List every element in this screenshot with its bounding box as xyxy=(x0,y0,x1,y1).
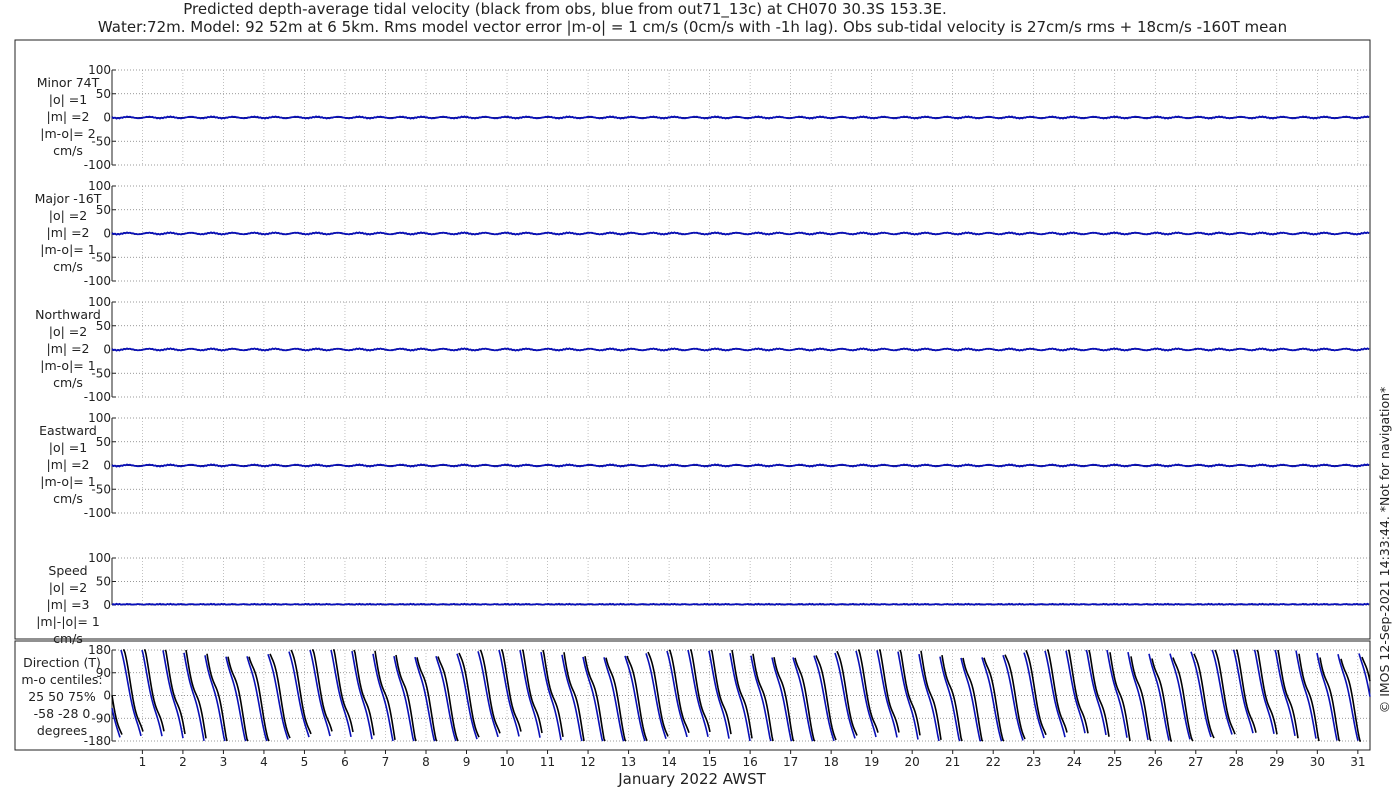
panel-label-line: 25 50 75% xyxy=(28,689,96,704)
x-tick-label: 25 xyxy=(1107,755,1122,769)
model-series-line xyxy=(111,231,1370,236)
model-series-line xyxy=(111,115,1370,120)
model-series-line xyxy=(111,463,1370,468)
panel-0: 100500-50-100Minor 74T|o| =1|m| =2|m-o|=… xyxy=(37,63,1370,172)
panel-label-line: cm/s xyxy=(53,375,83,390)
x-tick-label: 4 xyxy=(260,755,268,769)
panel-label-line: |o| =2 xyxy=(49,324,87,339)
panel-label-line: |m-o|= 1 xyxy=(40,358,95,373)
panel-label-line: |m| =2 xyxy=(47,225,90,240)
y-tick-label: 50 xyxy=(96,575,111,589)
panels-group: 100500-50-100Minor 74T|o| =1|m| =2|m-o|=… xyxy=(14,39,1371,769)
y-tick-label: -100 xyxy=(84,506,111,520)
panel-label-line: -58 -28 0 xyxy=(34,706,91,721)
y-tick-label: -90 xyxy=(91,711,111,725)
x-tick-label: 16 xyxy=(742,755,757,769)
y-tick-label: 100 xyxy=(88,551,111,565)
x-tick-label: 28 xyxy=(1229,755,1244,769)
panel-label-line: |m-o|= 1 xyxy=(40,242,95,257)
panel-label-line: |o| =1 xyxy=(49,440,87,455)
panel-label-line: m-o centiles: xyxy=(21,672,102,687)
x-tick-label: 6 xyxy=(341,755,349,769)
chart-figure: 100500-50-100Minor 74T|o| =1|m| =2|m-o|=… xyxy=(14,39,1392,788)
panel-label-line: degrees xyxy=(37,723,87,738)
x-tick-label: 29 xyxy=(1269,755,1284,769)
panel-label-line: cm/s xyxy=(53,259,83,274)
x-tick-label: 26 xyxy=(1148,755,1163,769)
x-tick-label: 8 xyxy=(422,755,430,769)
x-tick-label: 27 xyxy=(1188,755,1203,769)
upper-frame xyxy=(14,39,1371,640)
panel-4: 100 50 0 Speed |o| =2 |m| =3 |m|-|o|= 1 cm/s xyxy=(36,551,1370,646)
x-tick-label: 22 xyxy=(986,755,1001,769)
x-tick-label: 20 xyxy=(905,755,920,769)
x-tick-label: 15 xyxy=(702,755,717,769)
x-tick-label: 3 xyxy=(220,755,228,769)
panel-label-line: |m| =2 xyxy=(47,341,90,356)
y-tick-label: 0 xyxy=(103,459,111,473)
x-tick-label: 30 xyxy=(1310,755,1325,769)
panel-label-line: |m| =2 xyxy=(47,457,90,472)
panel-label-line: Speed xyxy=(48,563,87,578)
y-tick-label: -100 xyxy=(84,274,111,288)
x-tick-label: 11 xyxy=(540,755,555,769)
y-tick-label: -100 xyxy=(84,390,111,404)
panel-label-line: cm/s xyxy=(53,631,83,646)
panel-label-line: |m-o|= 1 xyxy=(40,474,95,489)
panel-label-line: |m-o|= 2 xyxy=(40,126,95,141)
panel-label-line: |m| =3 xyxy=(47,597,90,612)
x-tick-label: 14 xyxy=(661,755,676,769)
x-tick-label: 5 xyxy=(301,755,309,769)
panel-label-line: |o| =2 xyxy=(49,580,87,595)
panel-3: 100500-50-100Eastward|o| =1|m| =2|m-o|= … xyxy=(39,411,1370,520)
y-tick-label: 0 xyxy=(103,598,111,612)
x-tick-label: 17 xyxy=(783,755,798,769)
panel-label-line: cm/s xyxy=(53,143,83,158)
panel-label-line: cm/s xyxy=(53,491,83,506)
panel-label-line: |m| =2 xyxy=(47,109,90,124)
x-tick-label: 24 xyxy=(1067,755,1082,769)
panel-label-line: Direction (T) xyxy=(23,655,101,670)
y-tick-label: -100 xyxy=(84,158,111,172)
x-tick-label: 9 xyxy=(463,755,471,769)
panel-label-line: Eastward xyxy=(39,423,97,438)
panel-label-line: Minor 74T xyxy=(37,75,100,90)
x-tick-label: 18 xyxy=(824,755,839,769)
x-tick-label: 23 xyxy=(1026,755,1041,769)
x-axis-label: January 2022 AWST xyxy=(617,770,766,788)
x-tick-label: 12 xyxy=(580,755,595,769)
panel-label-line: |o| =2 xyxy=(49,208,87,223)
x-tick-label: 21 xyxy=(945,755,960,769)
y-tick-label: 50 xyxy=(96,435,111,449)
x-tick-label: 31 xyxy=(1350,755,1365,769)
y-tick-label: 0 xyxy=(103,689,111,703)
y-tick-label: 0 xyxy=(103,111,111,125)
y-tick-label: -180 xyxy=(84,734,111,748)
x-tick-label: 19 xyxy=(864,755,879,769)
y-tick-label: 0 xyxy=(103,227,111,241)
y-tick-label: 0 xyxy=(103,343,111,357)
panel-1: 100500-50-100Major -16T|o| =2|m| =2|m-o|… xyxy=(35,179,1370,288)
model-series-line xyxy=(111,347,1370,352)
panel-label-line: Northward xyxy=(35,307,101,322)
x-tick-label: 13 xyxy=(621,755,636,769)
x-tick-label: 1 xyxy=(139,755,147,769)
panel-label-line: |o| =1 xyxy=(49,92,87,107)
model-series-line xyxy=(111,602,1370,606)
x-tick-label: 2 xyxy=(179,755,187,769)
x-tick-label: 10 xyxy=(499,755,514,769)
panel-label-line: Major -16T xyxy=(35,191,102,206)
panel-2: 100500-50-100Northward|o| =2|m| =2|m-o|=… xyxy=(35,295,1370,404)
x-tick-label: 7 xyxy=(382,755,390,769)
panel-label-line: |m|-|o|= 1 xyxy=(36,614,100,629)
copyright-watermark: © IMOS 12-Sep-2021 14:33:44. *Not for na… xyxy=(1377,387,1392,714)
